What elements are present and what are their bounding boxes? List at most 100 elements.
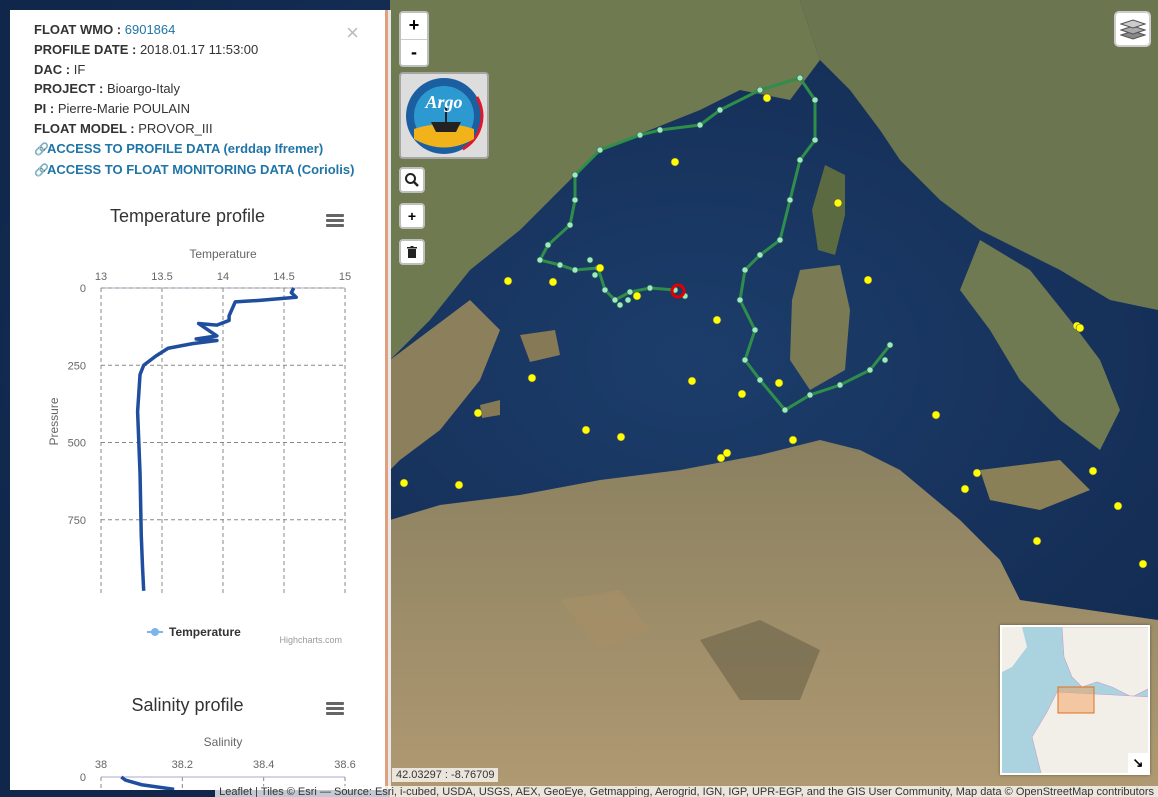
float-point [687, 376, 697, 386]
float-model-label: FLOAT MODEL : [34, 120, 135, 136]
layers-button[interactable] [1114, 11, 1151, 47]
track-point [781, 406, 789, 414]
track-point [836, 381, 844, 389]
track-point [591, 271, 599, 279]
temperature-x-tick-label: 15 [339, 271, 351, 283]
temperature-chart: Temperature 13 13.5 14 14.5 15 0 250 500 750 Press… [47, 247, 351, 639]
temperature-y-tick-label: 250 [68, 360, 86, 372]
highcharts-credit[interactable]: Highcharts.com [279, 635, 342, 645]
float-point [616, 432, 626, 442]
salinity-x-tick-label: 38.4 [253, 759, 274, 771]
float-metadata: FLOAT WMO : 6901864 PROFILE DATE : 2018.… [34, 20, 354, 180]
track-point [806, 391, 814, 399]
track-point [566, 221, 574, 229]
float-point [1075, 323, 1085, 333]
track-point [741, 266, 749, 274]
temperature-legend-label: Temperature [169, 625, 241, 639]
argo-logo-graphic: Argo [404, 76, 484, 156]
track-point [636, 131, 644, 139]
track-point [756, 376, 764, 384]
temperature-x-tick-label: 14 [217, 271, 229, 283]
argo-logo[interactable]: Argo [399, 72, 489, 159]
track-point [626, 288, 634, 296]
profile-date-label: PROFILE DATE : [34, 41, 137, 57]
track-point [756, 251, 764, 259]
track-point [556, 261, 564, 269]
track-point [736, 296, 744, 304]
track-point [811, 136, 819, 144]
link-icon: 🔗 [34, 141, 49, 156]
float-point [548, 277, 558, 287]
add-button[interactable]: + [399, 203, 425, 229]
track-point [796, 74, 804, 82]
track-point [776, 236, 784, 244]
salinity-x-tick-label: 38.2 [172, 759, 193, 771]
wmo-value[interactable]: 6901864 [125, 22, 176, 37]
salinity-chart-menu-icon[interactable] [326, 702, 344, 716]
float-point [788, 435, 798, 445]
float-point [670, 157, 680, 167]
track-point [536, 256, 544, 264]
argo-logo-text: Argo [424, 92, 462, 112]
track-point [624, 296, 632, 304]
dac-value: IF [73, 61, 86, 77]
temperature-y-tick-label: 750 [68, 515, 86, 527]
track-point [596, 146, 604, 154]
float-point [632, 291, 642, 301]
minimap[interactable]: ↘ [1000, 625, 1150, 775]
zoom-in-button[interactable]: + [401, 13, 427, 39]
track-point [571, 196, 579, 204]
zoom-out-button[interactable]: - [401, 39, 427, 65]
float-point [972, 468, 982, 478]
float-info-panel: × FLOAT WMO : 6901864 PROFILE DATE : 201… [10, 10, 388, 790]
salinity-x-axis-title: Salinity [204, 735, 243, 749]
profile-data-link[interactable]: 🔗ACCESS TO PROFILE DATA (erddap Ifremer) [34, 139, 354, 160]
track-point [586, 256, 594, 264]
panel-scrollbar[interactable] [388, 10, 391, 790]
temperature-chart-menu-icon[interactable] [326, 214, 344, 228]
temperature-y-tick-label: 500 [68, 438, 86, 450]
minimap-viewport[interactable] [1057, 686, 1095, 714]
track-point [601, 286, 609, 294]
track-point [571, 171, 579, 179]
float-point [931, 410, 941, 420]
track-point [646, 284, 654, 292]
track-point [866, 366, 874, 374]
float-point [1088, 466, 1098, 476]
search-button[interactable] [399, 167, 425, 193]
float-point [716, 453, 726, 463]
salinity-series-line [120, 775, 175, 790]
track-point [544, 241, 552, 249]
link-icon: 🔗 [34, 162, 49, 177]
float-point [1113, 501, 1123, 511]
search-icon [405, 173, 419, 187]
wmo-label: FLOAT WMO : [34, 22, 122, 37]
cursor-coordinates: 42.03297 : -8.76709 [392, 768, 499, 782]
float-point [1032, 536, 1042, 546]
float-point [527, 373, 537, 383]
temperature-x-axis-title: Temperature [189, 247, 257, 261]
dac-label: DAC : [34, 61, 71, 77]
float-point [595, 263, 605, 273]
float-point [1138, 559, 1148, 569]
pi-value: Pierre-Marie POULAIN [57, 101, 191, 117]
salinity-x-tick-label: 38 [95, 759, 107, 771]
temperature-series-line [135, 287, 298, 591]
minimap-toggle-icon[interactable]: ↘ [1128, 753, 1148, 773]
float-point [737, 389, 747, 399]
track-point [756, 86, 764, 94]
track-point [796, 156, 804, 164]
temperature-chart-title: Temperature profile [109, 206, 266, 226]
float-point [399, 478, 409, 488]
temperature-x-tick-label: 13 [95, 271, 107, 283]
track-point [571, 266, 579, 274]
project-label: PROJECT : [34, 81, 104, 97]
delete-button[interactable] [399, 239, 425, 265]
temperature-x-tick-label: 13.5 [151, 271, 172, 283]
profile-data-link-label: ACCESS TO PROFILE DATA (erddap Ifremer) [47, 140, 324, 156]
monitoring-data-link-label: ACCESS TO FLOAT MONITORING DATA (Corioli… [47, 161, 355, 177]
layers-icon [1119, 19, 1146, 40]
float-model-value: PROVOR_III [138, 120, 213, 136]
float-point [454, 480, 464, 490]
monitoring-data-link[interactable]: 🔗ACCESS TO FLOAT MONITORING DATA (Coriol… [34, 160, 354, 181]
